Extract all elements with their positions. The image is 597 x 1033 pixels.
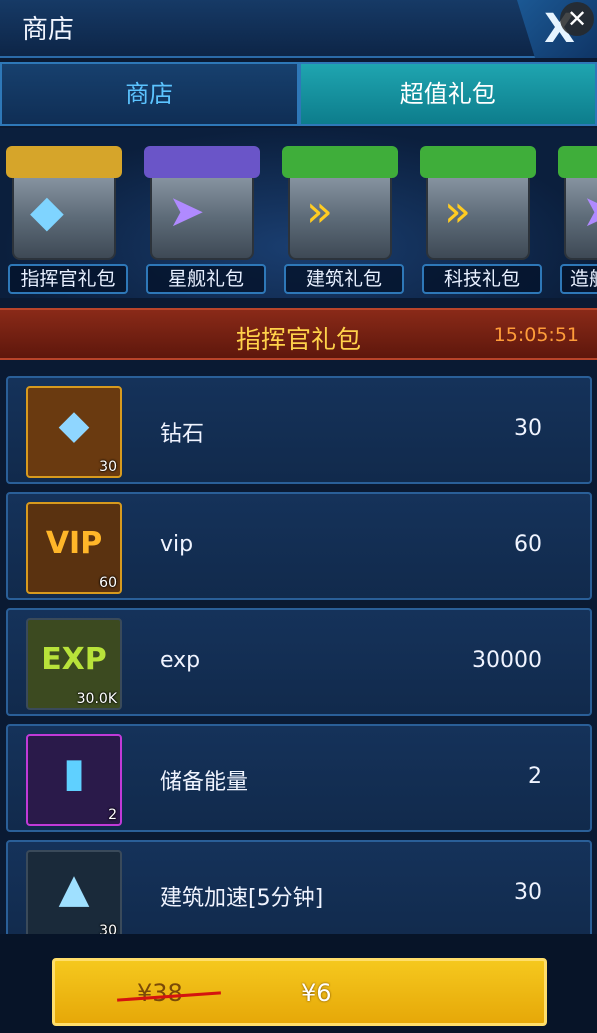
- item-name: 钻石: [160, 422, 205, 447]
- item-name: 储备能量: [160, 770, 249, 795]
- package-label: 造舰: [560, 264, 597, 294]
- crate-lid: [558, 146, 597, 178]
- item-amount: 30: [514, 880, 542, 905]
- build-speedup-icon: ▲ 30: [26, 850, 122, 942]
- shipbuild-crate-icon: ➤: [582, 186, 597, 237]
- package-banner: 指挥官礼包 15:05:51: [0, 308, 597, 360]
- package-shipbuild[interactable]: ➤ 造舰: [552, 128, 597, 298]
- crate-lid: [420, 146, 536, 178]
- list-item: ▲ 30 建筑加速[5分钟] 30: [6, 840, 592, 948]
- diamond-icon: ◆ 30: [26, 386, 122, 478]
- list-item: ▮ 2 储备能量 2: [6, 724, 592, 832]
- building-crate-icon: »: [306, 186, 333, 237]
- list-item: VIP 60 vip 60: [6, 492, 592, 600]
- package-label: 指挥官礼包: [8, 264, 128, 294]
- list-item: ◆ 30 钻石 30: [6, 376, 592, 484]
- crate-lid: [6, 146, 122, 178]
- vip-icon: VIP 60: [26, 502, 122, 594]
- close-overlay-button[interactable]: ✕: [560, 2, 594, 36]
- countdown-timer: 15:05:51: [493, 324, 579, 346]
- package-label: 建筑礼包: [284, 264, 404, 294]
- crate-lid: [282, 146, 398, 178]
- crate-lid: [144, 146, 260, 178]
- item-amount: 30: [514, 416, 542, 441]
- package-building[interactable]: » 建筑礼包: [276, 128, 406, 298]
- starship-crate-icon: ➤: [168, 186, 205, 237]
- exp-icon: EXP 30.0K: [26, 618, 122, 710]
- package-label: 星舰礼包: [146, 264, 266, 294]
- item-name: 建筑加速[5分钟]: [160, 886, 324, 911]
- item-amount: 2: [528, 764, 542, 789]
- diamond-crate-icon: ◆: [30, 186, 64, 237]
- title-bar: 商店 X ✕: [0, 0, 597, 58]
- package-carousel: ◆ 指挥官礼包 ➤ 星舰礼包 » 建筑礼包 » 科技礼包 ➤ 造舰: [0, 128, 597, 298]
- item-amount: 30000: [472, 648, 542, 673]
- tab-value-packs[interactable]: 超值礼包: [298, 62, 597, 126]
- item-badge: 60: [99, 575, 117, 591]
- package-commander[interactable]: ◆ 指挥官礼包: [0, 128, 130, 298]
- item-badge: 30.0K: [76, 691, 117, 707]
- window-title: 商店: [22, 15, 75, 45]
- package-label: 科技礼包: [422, 264, 542, 294]
- item-amount: 60: [514, 532, 542, 557]
- original-price: ¥38: [137, 979, 183, 1007]
- tab-shop[interactable]: 商店: [0, 62, 299, 126]
- list-item: EXP 30.0K exp 30000: [6, 608, 592, 716]
- energy-reserve-icon: ▮ 2: [26, 734, 122, 826]
- item-badge: 30: [99, 459, 117, 475]
- package-starship[interactable]: ➤ 星舰礼包: [138, 128, 268, 298]
- purchase-bar: ¥38 ¥6: [0, 934, 597, 1033]
- item-name: vip: [160, 532, 194, 557]
- package-tech[interactable]: » 科技礼包: [414, 128, 544, 298]
- buy-button[interactable]: ¥38 ¥6: [52, 958, 547, 1026]
- sale-price: ¥6: [301, 979, 332, 1007]
- tab-bar: 商店 超值礼包: [0, 62, 597, 126]
- item-badge: 2: [108, 807, 117, 823]
- tech-crate-icon: »: [444, 186, 471, 237]
- item-name: exp: [160, 648, 201, 673]
